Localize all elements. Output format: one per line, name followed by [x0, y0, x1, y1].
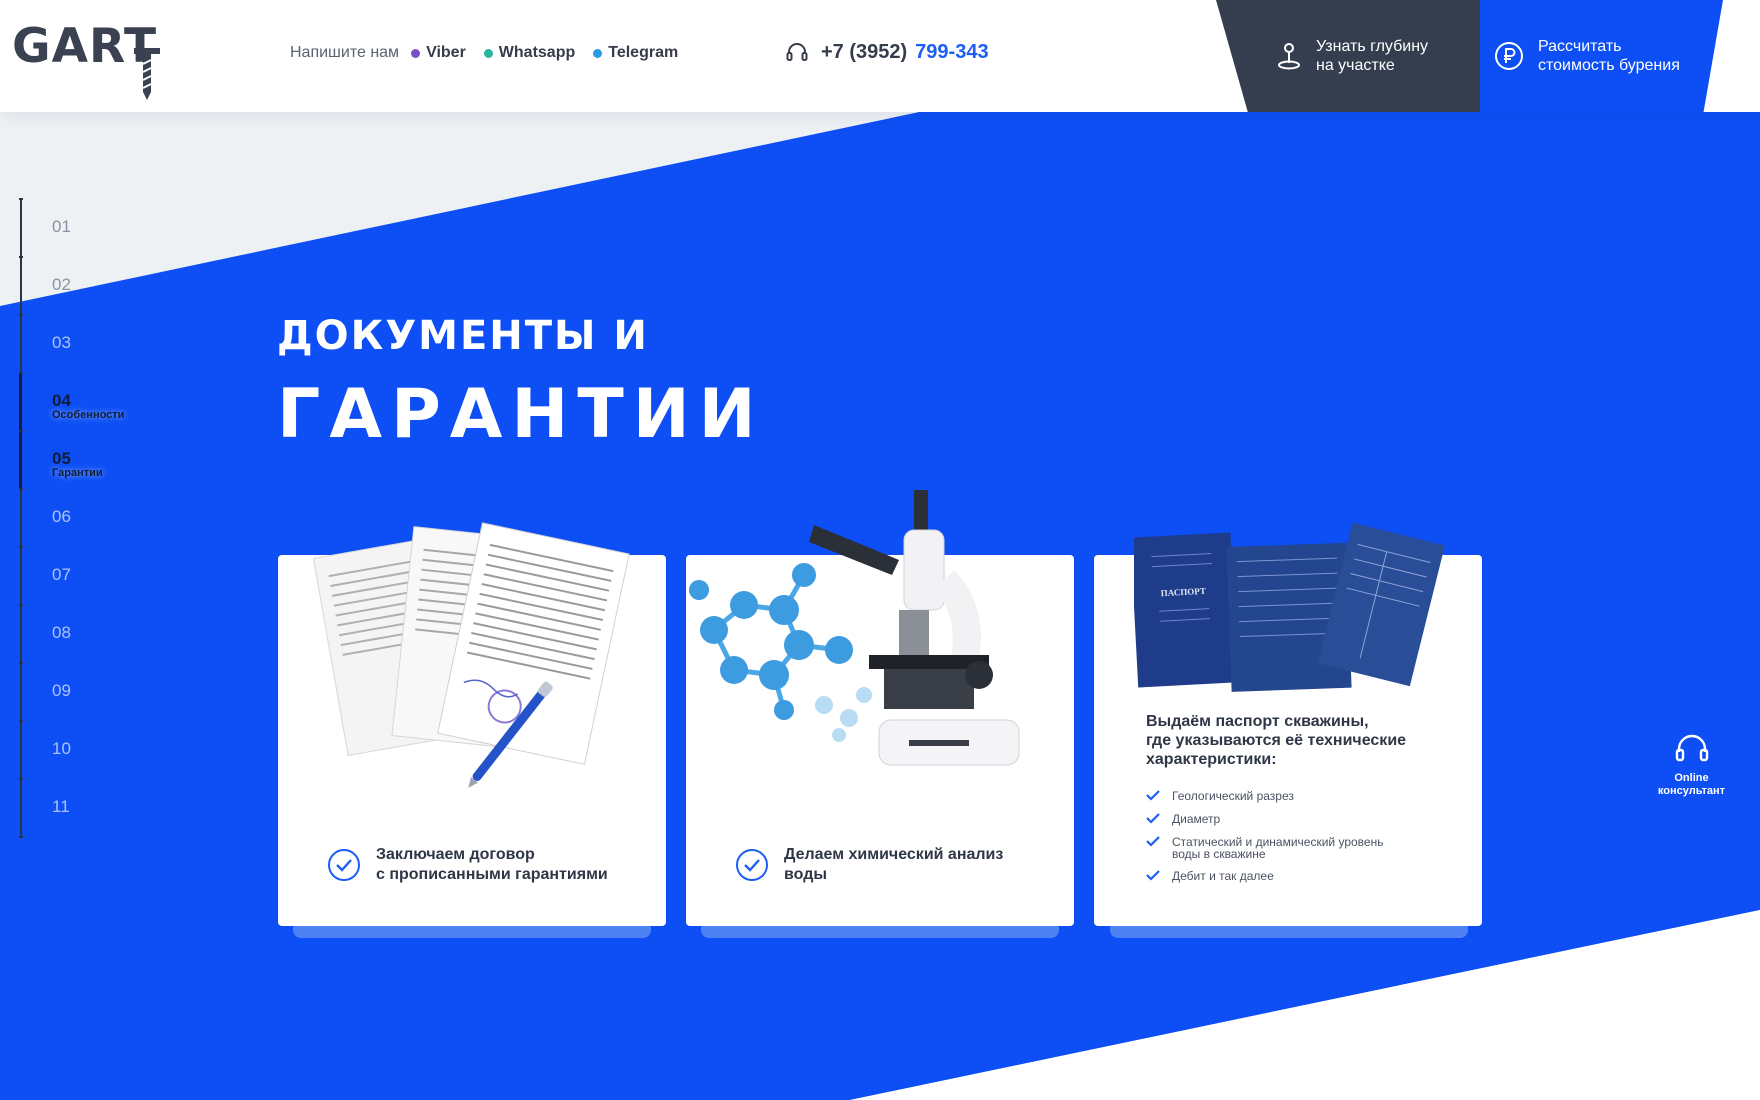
location-pin-icon — [1278, 43, 1300, 70]
passport-title: Выдаём паспорт скважины, где указываются… — [1146, 713, 1407, 768]
viber-link[interactable]: Viber — [411, 44, 466, 62]
calculate-cost-label: Рассчитать стоимость бурения — [1538, 38, 1680, 74]
ruble-icon — [1495, 42, 1523, 70]
nav-tick — [19, 314, 23, 316]
list-item: Дебит и так далее — [1146, 870, 1383, 883]
nav-item-05[interactable]: 05 Гарантии — [52, 449, 103, 479]
nav-tick — [19, 488, 23, 490]
nav-tick — [19, 836, 23, 838]
nav-item-03[interactable]: 03 — [52, 333, 71, 353]
nav-item-01[interactable]: 01 — [52, 217, 71, 237]
nav-line — [20, 198, 22, 838]
logo[interactable]: GART — [12, 18, 160, 100]
headset-icon — [786, 43, 808, 61]
nav-tick — [19, 720, 23, 722]
list-item: Геологический разрез — [1146, 790, 1383, 803]
find-depth-button[interactable]: Узнать глубину на участке — [1216, 0, 1481, 112]
headset-icon — [1675, 734, 1708, 762]
nav-item-11[interactable]: 11 — [52, 797, 70, 817]
section-title-line1: ДОКУМЕНТЫ И — [277, 313, 649, 359]
check-icon — [1146, 790, 1160, 803]
nav-item-09[interactable]: 09 — [52, 681, 71, 701]
check-icon — [1146, 870, 1160, 883]
calculate-cost-button[interactable]: Рассчитать стоимость бурения — [1480, 0, 1723, 112]
nav-tick — [19, 256, 23, 258]
contract-documents-image — [312, 522, 630, 788]
nav-tick — [19, 198, 23, 200]
phone-prefix: +7 (3952) — [821, 40, 908, 63]
phone-number: 799-343 — [915, 40, 989, 63]
telegram-dot-icon — [593, 48, 603, 58]
list-item: Статический и динамический уровень воды … — [1146, 836, 1383, 860]
online-consultant-button[interactable]: Online консультант — [1634, 720, 1749, 810]
write-us-label: Напишите нам — [290, 44, 400, 61]
contract-caption: Заключаем договор с прописанными гаранти… — [328, 845, 608, 885]
guarantee-card-analysis: Делаем химический анализ воды — [686, 490, 1074, 926]
microscope-molecule-image — [689, 490, 1020, 766]
passport-features-list: Геологический разрез Диаметр Статический… — [1146, 790, 1383, 893]
nav-item-02[interactable]: 02 — [52, 275, 71, 295]
nav-tick — [19, 372, 23, 374]
analysis-caption: Делаем химический анализ воды — [736, 845, 1003, 885]
viber-dot-icon — [411, 48, 421, 58]
nav-tick — [19, 430, 23, 432]
check-circle-icon — [736, 849, 768, 881]
site-header: GART Напишите нам Viber Whatsapp Telegra… — [0, 0, 1760, 112]
nav-tick — [19, 778, 23, 780]
online-consultant-label: Online консультант — [1657, 772, 1726, 797]
section-title-line2: ГАРАНТИИ — [277, 375, 765, 454]
nav-tick — [19, 546, 23, 548]
check-icon — [1146, 836, 1160, 849]
nav-tick — [19, 604, 23, 606]
drill-icon — [134, 48, 160, 100]
whatsapp-link[interactable]: Whatsapp — [483, 44, 575, 62]
check-circle-icon — [328, 849, 360, 881]
messenger-contacts: Напишите нам Viber Whatsapp Telegram — [290, 44, 696, 62]
nav-item-04[interactable]: 04 Особенности — [52, 391, 124, 421]
nav-item-04-label: Особенности — [52, 409, 125, 421]
nav-item-06[interactable]: 06 — [52, 507, 71, 527]
nav-item-07[interactable]: 07 — [52, 565, 71, 585]
guarantee-card-passport: ПАСПОРТ Выдаём паспорт скважины, где ука… — [1094, 522, 1482, 926]
telegram-link[interactable]: Telegram — [593, 44, 678, 62]
nav-tick — [19, 662, 23, 664]
nav-item-10[interactable]: 10 — [52, 739, 71, 759]
well-passport-image: ПАСПОРТ — [1134, 522, 1445, 692]
guarantee-card-contract: Заключаем договор с прописанными гаранти… — [278, 522, 666, 926]
list-item: Диаметр — [1146, 813, 1383, 826]
find-depth-label: Узнать глубину на участке — [1316, 38, 1429, 74]
check-icon — [1146, 813, 1160, 826]
phone-link[interactable]: +7 (3952) 799-343 — [785, 40, 989, 64]
nav-item-05-label: Гарантии — [52, 467, 103, 479]
whatsapp-dot-icon — [483, 48, 493, 58]
nav-item-08[interactable]: 08 — [52, 623, 71, 643]
